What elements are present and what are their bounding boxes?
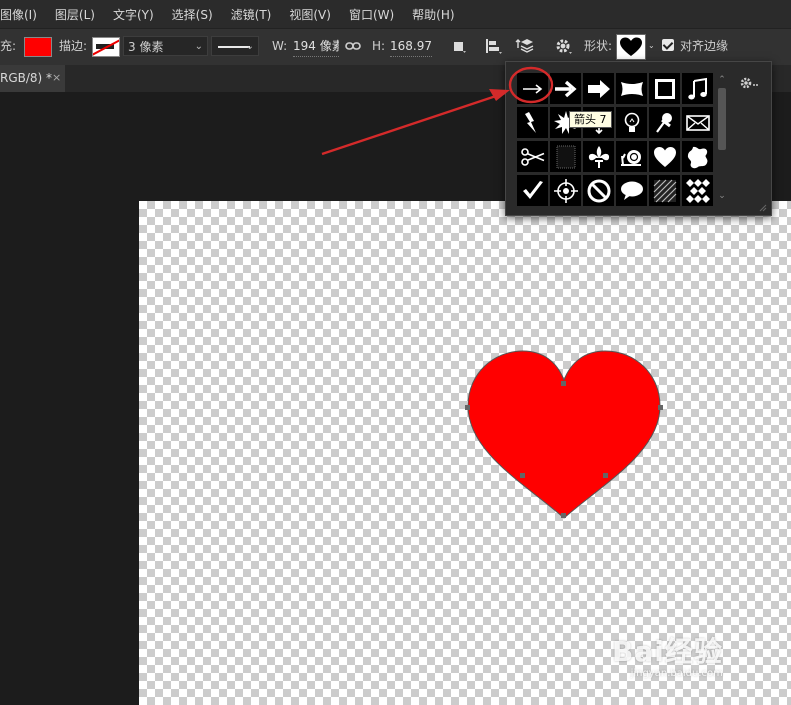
anchor-point[interactable] [603, 473, 608, 478]
hatch-pattern-icon[interactable] [649, 175, 680, 206]
menu-filter[interactable]: 滤镜(T) [222, 6, 281, 23]
chevron-down-icon: ⌄ [245, 41, 254, 52]
link-icon[interactable] [342, 35, 364, 57]
checkmark-icon[interactable] [517, 175, 548, 206]
align-edges-checkbox[interactable] [662, 39, 674, 51]
document-tab-title: RGB/8) * [0, 71, 53, 85]
menu-layer[interactable]: 图层(L) [46, 6, 104, 23]
align-edges-label: 对齐边缘 [680, 39, 729, 53]
picker-scrollbar[interactable]: ⌃ ⌄ [716, 74, 728, 202]
arrow-thin-icon[interactable] [517, 73, 548, 104]
path-operations-icon[interactable] [447, 35, 469, 57]
width-field[interactable]: 194 像素 [293, 36, 339, 57]
height-label: H: [372, 39, 386, 53]
height-field[interactable]: 168.97 像 [390, 36, 432, 57]
stroke-width-value: 3 像素 [128, 40, 164, 54]
scissors-icon[interactable] [517, 141, 548, 172]
resize-grip-icon[interactable] [757, 201, 767, 212]
gear-icon[interactable] [552, 35, 574, 57]
menu-help[interactable]: 帮助(H) [403, 6, 463, 23]
target-icon[interactable] [550, 175, 581, 206]
heart-shape[interactable] [465, 348, 663, 520]
lightbulb-icon[interactable] [616, 107, 647, 138]
gear-icon[interactable] [739, 76, 759, 93]
anchor-point[interactable] [561, 513, 566, 518]
watermark-sub: jingyan.baidu.com [630, 668, 723, 679]
heart-icon [620, 37, 642, 56]
custom-shape-picker: ⌃ ⌄ [505, 61, 772, 216]
frame-icon[interactable] [649, 73, 680, 104]
shape-tooltip: 箭头 7 [569, 111, 612, 128]
anchor-point[interactable] [520, 473, 525, 478]
stroke-label: 描边: [59, 39, 88, 53]
menu-select[interactable]: 选择(S) [163, 6, 222, 23]
chevron-down-icon[interactable]: ⌄ [648, 29, 655, 63]
anchor-point[interactable] [561, 381, 566, 386]
puzzle-blot-icon[interactable] [682, 141, 713, 172]
lightning-icon[interactable] [517, 107, 548, 138]
close-icon[interactable]: × [52, 65, 61, 91]
scrollbar-thumb[interactable] [718, 88, 726, 150]
menu-bar: 图像(I) 图层(L) 文字(Y) 选择(S) 滤镜(T) 视图(V) 窗口(W… [0, 0, 791, 28]
speech-bubble-icon[interactable] [616, 175, 647, 206]
chevron-up-icon[interactable]: ⌃ [716, 74, 728, 86]
path-arrangement-icon[interactable] [514, 35, 536, 57]
stroke-type-dropdown[interactable]: ⌄ [211, 36, 259, 56]
width-label: W: [272, 39, 288, 53]
shape-grid [517, 73, 713, 206]
menu-view[interactable]: 视图(V) [280, 6, 340, 23]
chevron-down-icon: ⌄ [194, 41, 203, 52]
arrow-medium-icon[interactable] [550, 73, 581, 104]
checker-diamond-icon[interactable] [682, 175, 713, 206]
arrow-bold-icon[interactable] [583, 73, 614, 104]
document-tab[interactable]: RGB/8) * × [0, 65, 65, 92]
stroke-color-swatch[interactable] [92, 37, 120, 57]
pushpin-icon[interactable] [649, 107, 680, 138]
menu-image[interactable]: 图像(I) [0, 6, 46, 23]
anchor-point[interactable] [658, 405, 663, 410]
blank-tile-icon[interactable] [550, 141, 581, 172]
shape-picker-button[interactable] [616, 34, 646, 60]
menu-window[interactable]: 窗口(W) [340, 6, 403, 23]
banner-icon[interactable] [616, 73, 647, 104]
fill-color-swatch[interactable] [24, 37, 52, 57]
music-note-icon[interactable] [682, 73, 713, 104]
fill-label: 填充: [0, 39, 17, 53]
chevron-down-icon[interactable]: ⌄ [716, 190, 728, 202]
snail-icon[interactable] [616, 141, 647, 172]
menu-type[interactable]: 文字(Y) [104, 6, 163, 23]
heart-icon[interactable] [649, 141, 680, 172]
watermark-text: Bai经验 [612, 635, 723, 668]
shape-label: 形状: [584, 39, 613, 53]
watermark: Bai经验 jingyan.baidu.com [612, 630, 723, 679]
anchor-point[interactable] [465, 405, 470, 410]
envelope-icon[interactable] [682, 107, 713, 138]
stroke-width-dropdown[interactable]: 3 像素 ⌄ [123, 36, 208, 56]
path-alignment-icon[interactable] [482, 35, 504, 57]
no-sign-icon[interactable] [583, 175, 614, 206]
fleur-de-lis-icon[interactable] [583, 141, 614, 172]
